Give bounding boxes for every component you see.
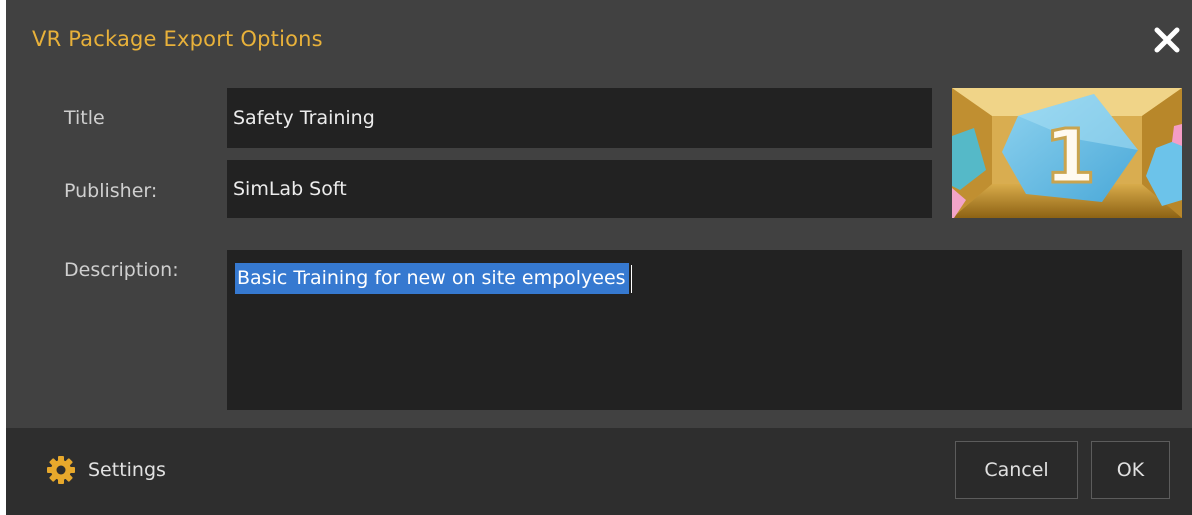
description-selected-text: Basic Training for new on site empolyees bbox=[235, 263, 629, 294]
export-options-dialog: VR Package Export Options Title Publishe… bbox=[0, 0, 1192, 515]
package-thumbnail[interactable]: 1 bbox=[952, 88, 1182, 218]
text-caret bbox=[631, 265, 632, 293]
description-label: Description: bbox=[64, 259, 179, 281]
close-icon bbox=[1154, 27, 1180, 53]
publisher-field[interactable] bbox=[227, 160, 932, 218]
close-button[interactable] bbox=[1152, 25, 1182, 55]
description-textarea[interactable]: Basic Training for new on site empolyees bbox=[227, 250, 1182, 410]
dialog-title: VR Package Export Options bbox=[32, 27, 323, 51]
cancel-button[interactable]: Cancel bbox=[955, 441, 1078, 499]
thumbnail-image: 1 bbox=[952, 88, 1182, 218]
title-label: Title bbox=[64, 107, 105, 129]
settings-button[interactable]: Settings bbox=[46, 455, 166, 485]
publisher-label: Publisher: bbox=[64, 180, 158, 202]
settings-label: Settings bbox=[88, 459, 166, 481]
title-input[interactable] bbox=[227, 88, 932, 148]
gear-icon bbox=[47, 456, 75, 484]
title-field[interactable] bbox=[227, 88, 932, 148]
ok-button[interactable]: OK bbox=[1091, 441, 1170, 499]
thumbnail-number: 1 bbox=[1044, 114, 1096, 200]
publisher-input[interactable] bbox=[227, 160, 932, 218]
